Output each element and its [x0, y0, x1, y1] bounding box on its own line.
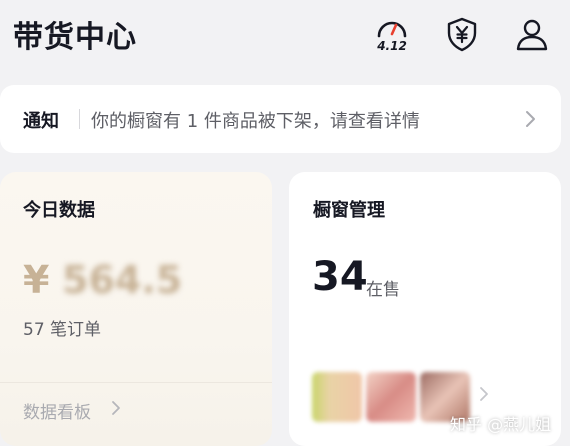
page-title: 带货中心 [13, 20, 137, 55]
data-board-link[interactable]: 数据看板 [23, 398, 91, 423]
chevron-right-icon [480, 387, 488, 401]
on-sale-label: 在售 [366, 280, 400, 300]
showcase-card[interactable]: 橱窗管理 34 在售 [289, 172, 561, 446]
wallet-button[interactable] [444, 16, 480, 56]
watermark: 知乎 @燕儿姐 [450, 415, 552, 434]
score-value: 4.12 [377, 39, 407, 53]
profile-button[interactable] [514, 16, 550, 56]
notice-text: 你的橱窗有 1 件商品被下架，请查看详情 [91, 111, 420, 132]
user-icon [516, 19, 548, 51]
chevron-right-icon [112, 401, 120, 415]
product-thumbnail[interactable] [366, 372, 416, 422]
currency-symbol: ¥ [23, 258, 50, 302]
shield-yen-icon [447, 17, 477, 52]
score-button[interactable]: 4.12 [374, 14, 410, 54]
notice-tag: 通知 [23, 111, 59, 132]
header: 带货中心 4.12 [0, 0, 570, 78]
showcase-title: 橱窗管理 [313, 200, 385, 221]
card-divider [0, 382, 272, 383]
speedometer-icon [377, 21, 407, 38]
on-sale-count: 34 [312, 254, 368, 300]
order-count: 57 笔订单 [23, 320, 102, 340]
notice-bar[interactable]: 通知 你的橱窗有 1 件商品被下架，请查看详情 [0, 85, 561, 153]
today-data-title: 今日数据 [23, 200, 95, 221]
today-data-card[interactable]: 今日数据 ¥ 564.5 57 笔订单 数据看板 [0, 172, 272, 446]
chevron-right-icon [526, 111, 535, 127]
product-thumbnail[interactable] [312, 372, 362, 422]
sales-amount: 564.5 [62, 258, 183, 302]
notice-divider [79, 109, 80, 129]
